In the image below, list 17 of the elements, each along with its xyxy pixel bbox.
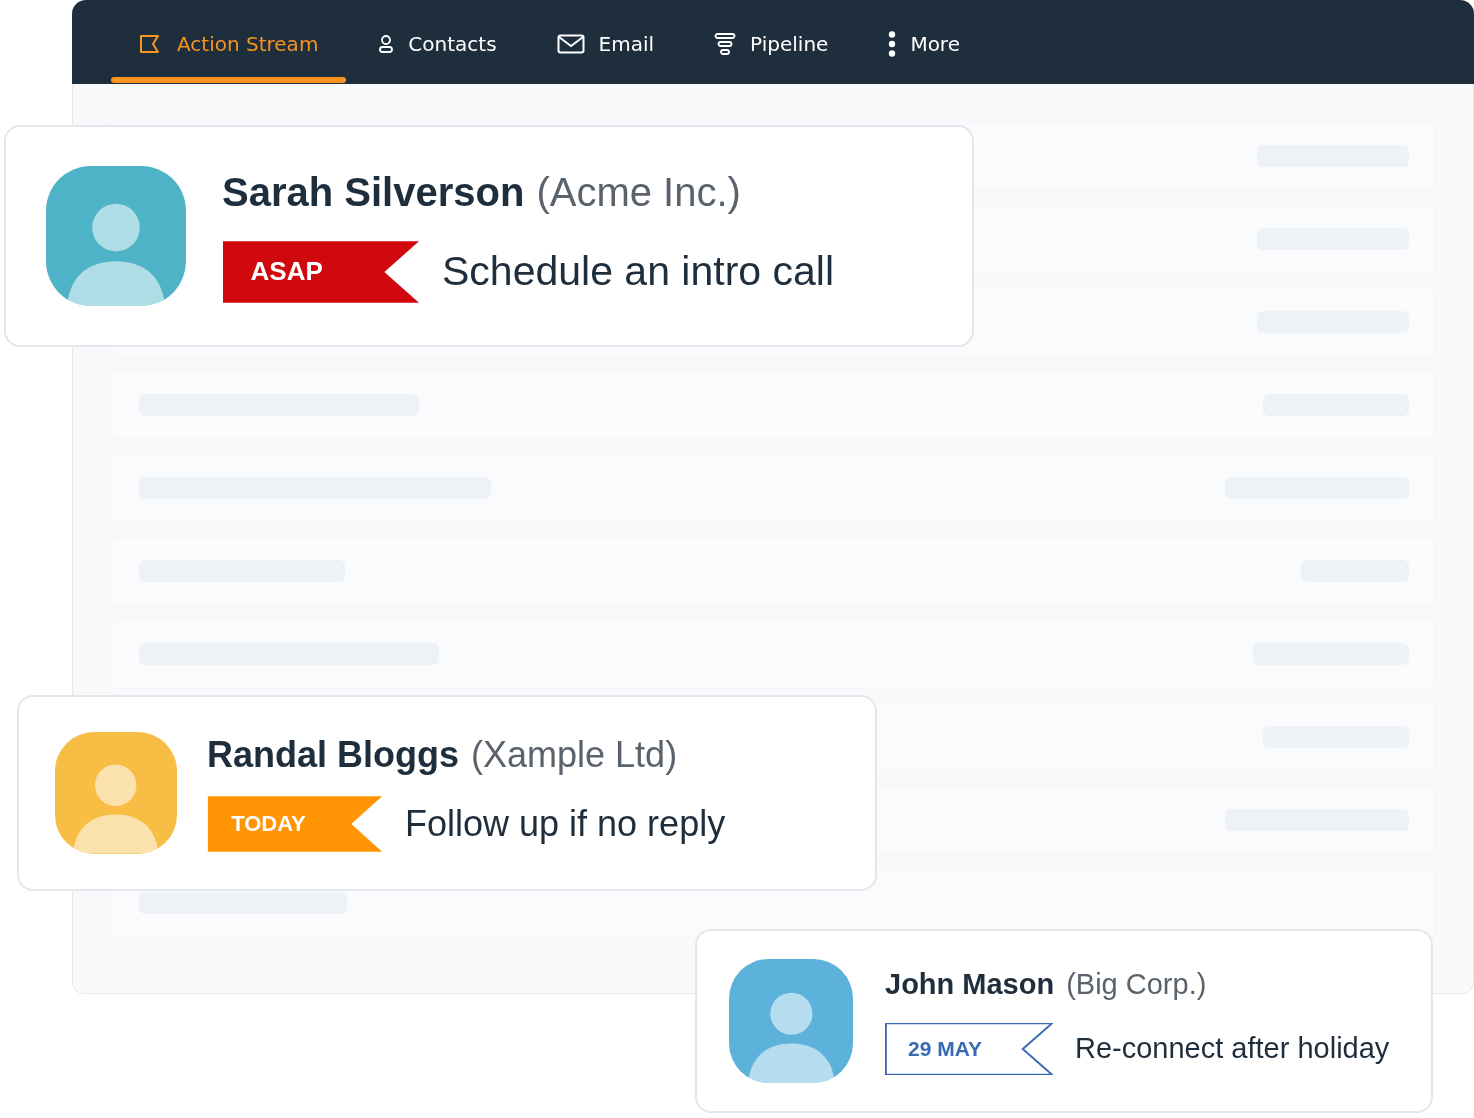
contact-name: John Mason [885, 967, 1055, 1001]
task-text: Follow up if no reply [405, 803, 726, 845]
nav-tab[interactable]: Pipeline [686, 0, 857, 84]
nav-tab[interactable]: Contacts [350, 0, 525, 84]
priority-tag: 29 MAY [885, 1022, 1053, 1075]
contact-name: Sarah Silverson [222, 169, 525, 215]
company-name: (Big Corp.) [1066, 967, 1207, 1001]
task-text: Re-connect after holiday [1075, 1032, 1390, 1065]
nav-tab[interactable]: Email [528, 0, 683, 84]
priority-tag: ASAP [222, 240, 420, 303]
task-text: Schedule an intro call [442, 248, 835, 295]
nav-tab[interactable]: Action Stream [111, 0, 347, 84]
nav-tab[interactable]: More [860, 0, 988, 84]
contact-name: Randal Bloggs [207, 734, 460, 776]
company-name: (Acme Inc.) [536, 169, 741, 215]
priority-tag: TODAY [207, 796, 383, 852]
company-name: (Xample Ltd) [471, 734, 678, 776]
